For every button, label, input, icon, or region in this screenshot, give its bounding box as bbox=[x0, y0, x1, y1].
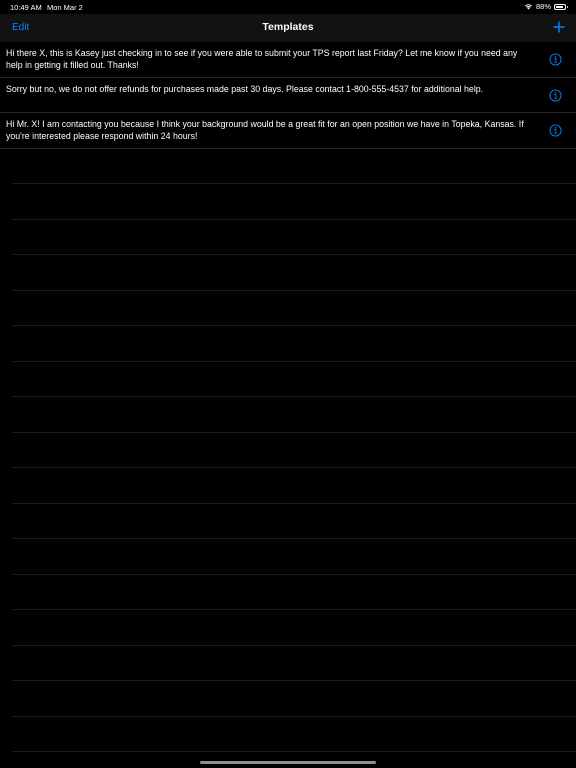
template-text: Hi Mr. X! I am contacting you because I … bbox=[6, 119, 524, 141]
empty-row bbox=[12, 255, 576, 291]
empty-row bbox=[12, 504, 576, 539]
template-text: Sorry but no, we do not offer refunds fo… bbox=[6, 83, 484, 94]
empty-row bbox=[12, 149, 576, 184]
empty-row bbox=[12, 717, 576, 752]
battery-percent: 88% bbox=[535, 2, 551, 11]
status-date: Mon Mar 2 bbox=[47, 3, 83, 12]
navigation-bar: Edit Templates bbox=[0, 14, 576, 42]
wifi-icon bbox=[524, 4, 533, 10]
empty-row bbox=[12, 610, 576, 646]
info-icon[interactable] bbox=[549, 124, 562, 137]
template-row[interactable]: Hi there X, this is Kasey just checking … bbox=[0, 42, 576, 78]
empty-row bbox=[12, 184, 576, 220]
battery-fill bbox=[556, 5, 564, 8]
status-bar: 10:49 AM Mon Mar 2 88% bbox=[0, 0, 576, 14]
template-row[interactable]: Sorry but no, we do not offer refunds fo… bbox=[0, 77, 576, 113]
empty-row bbox=[12, 362, 576, 397]
empty-row bbox=[12, 326, 576, 362]
battery-icon bbox=[554, 3, 568, 10]
empty-row bbox=[12, 575, 576, 610]
template-row[interactable]: Hi Mr. X! I am contacting you because I … bbox=[0, 113, 576, 149]
templates-list: Hi there X, this is Kasey just checking … bbox=[0, 42, 576, 752]
status-right: 88% bbox=[524, 2, 568, 11]
page-title: Templates bbox=[262, 21, 314, 33]
empty-row bbox=[12, 681, 576, 717]
empty-row bbox=[12, 539, 576, 575]
status-time: 10:49 AM bbox=[10, 3, 42, 12]
add-icon[interactable] bbox=[552, 20, 566, 34]
empty-row bbox=[12, 397, 576, 433]
info-icon[interactable] bbox=[549, 88, 562, 102]
templates-screen: 10:49 AM Mon Mar 2 88% Edit Templates Hi… bbox=[0, 0, 576, 768]
empty-row bbox=[12, 468, 576, 504]
empty-row bbox=[12, 433, 576, 468]
empty-row bbox=[12, 220, 576, 255]
template-text: Hi there X, this is Kasey just checking … bbox=[6, 48, 518, 70]
home-indicator[interactable] bbox=[200, 761, 376, 764]
info-icon[interactable] bbox=[549, 53, 562, 66]
empty-row bbox=[12, 646, 576, 681]
empty-row bbox=[12, 291, 576, 326]
